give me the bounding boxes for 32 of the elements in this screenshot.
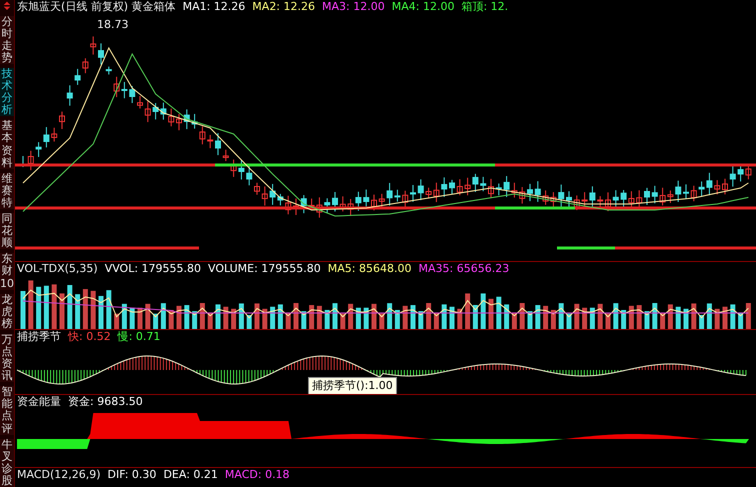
value-tooltip: 捕捞季节():1.00 [308,377,397,394]
sidebar-tab[interactable]: 维赛特 [0,172,14,210]
legend-value: 慢: 0.71 [118,330,160,344]
sidebar-tab[interactable]: 东财10 [0,253,14,290]
legend-value: MACD: 0.18 [224,468,290,482]
indicator-title: VOL-TDX(5,35) [17,262,98,276]
indicator-title: 资金能量 [17,395,61,409]
legend-value: DIF: 0.30 [108,468,156,482]
sidebar-tab[interactable]: 基本资料 [0,120,14,169]
legend-value: VOLUME: 179555.80 [208,262,321,276]
legend-value: MA2: 12.26 [252,0,316,14]
sidebar-tab[interactable]: 万点资讯 [0,334,14,382]
legend-value: MA35: 65656.23 [418,262,510,276]
indicator-title: 东旭蓝天(日线 前复权) 黄金箱体 [17,0,176,14]
legend-value: MA1: 12.26 [182,0,246,14]
legend-value: DEA: 0.21 [163,468,218,482]
legend-value: MA3: 12.00 [322,0,385,14]
legend-value: 快: 0.52 [68,330,111,344]
legend-value: MA4: 12.00 [392,0,454,14]
indicator-title: 捕捞季节 [17,330,61,344]
peak-price-label: 18.73 [97,18,128,31]
legend-value: 箱顶: 12. [461,0,508,14]
sidebar-tab[interactable]: 智能点评 [0,386,14,435]
sidebar-tab[interactable]: 技术分析 [0,68,14,116]
legend-value: 资金: 9683.50 [68,395,143,409]
sidebar-tab[interactable]: 龙虎榜 [0,294,14,330]
sidebar-tab[interactable]: 分时走势 [0,16,14,64]
sidebar-tab[interactable]: 牛叉诊股 [0,438,14,487]
legend-value: MA5: 85648.00 [328,262,412,276]
legend-value: VVOL: 179555.80 [104,262,202,276]
sidebar-tab[interactable]: 同花顺 [0,213,14,250]
indicator-title: MACD(12,26,9) [17,468,101,482]
